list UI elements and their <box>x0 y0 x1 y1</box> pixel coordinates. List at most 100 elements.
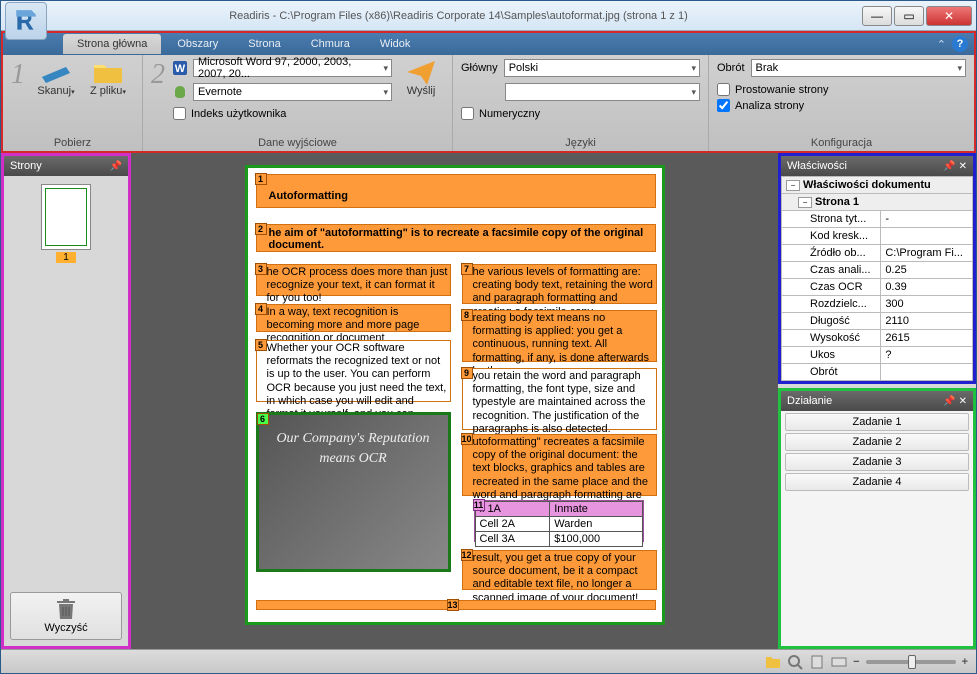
trash-icon <box>56 598 76 620</box>
property-row[interactable]: Kod kresk... <box>782 228 973 245</box>
svg-text:W: W <box>175 63 186 75</box>
property-row[interactable]: Źródło ob...C:\Program Fi... <box>782 245 973 262</box>
send-icon <box>405 59 437 85</box>
titlebar: Readiris - C:\Program Files (x86)\Readir… <box>1 1 976 31</box>
zoom-in-button[interactable]: + <box>962 656 968 668</box>
folder-icon <box>92 59 124 85</box>
zone-13[interactable]: 13 <box>256 600 656 610</box>
step-2-icon: 2 <box>151 59 165 91</box>
properties-grid: −Właściwości dokumentu −Strona 1 Strona … <box>781 176 973 381</box>
from-file-button[interactable]: Z pliku▾ <box>85 59 131 97</box>
pin-icon[interactable]: 📌 ✕ <box>943 396 967 407</box>
action-item[interactable]: Zadanie 4 <box>785 473 969 491</box>
zone-11-table[interactable]: 11 ll 1AInmate Cell 2AWarden Cell 3A$100… <box>474 500 644 542</box>
property-row[interactable]: Długość2110 <box>782 313 973 330</box>
page-canvas: 1Autoformatting 2he aim of "autoformatti… <box>245 165 665 625</box>
property-row[interactable]: Rozdzielc...300 <box>782 296 973 313</box>
scan-button[interactable]: Skanuj▾ <box>33 59 79 97</box>
secondary-language-combo[interactable] <box>505 83 700 101</box>
page-analysis-checkbox[interactable]: Analiza strony <box>717 99 966 112</box>
zone-5[interactable]: 5Whether your OCR software reformats the… <box>256 340 451 402</box>
tab-home[interactable]: Strona główna <box>63 34 161 54</box>
evernote-icon <box>173 85 187 99</box>
pin-icon[interactable]: 📌 ✕ <box>943 161 967 172</box>
fit-width-icon[interactable] <box>831 654 847 670</box>
fit-page-icon[interactable] <box>809 654 825 670</box>
zone-9[interactable]: 9you retain the word and paragraph forma… <box>462 368 657 430</box>
statusbar: − + <box>1 649 976 673</box>
property-row[interactable]: Czas OCR0.39 <box>782 279 973 296</box>
rotation-label: Obrót <box>717 62 745 74</box>
user-index-checkbox[interactable]: Indeks użytkownika <box>173 107 392 120</box>
zone-2-subtitle[interactable]: 2he aim of "autoformatting" is to recrea… <box>256 224 656 252</box>
group-label-retrieve: Pobierz <box>11 135 134 151</box>
properties-header: Właściwości 📌 ✕ <box>781 156 973 176</box>
collapse-ribbon-icon[interactable]: ⌃ <box>937 38 946 51</box>
word-icon: W <box>173 61 187 75</box>
app-window: Readiris - C:\Program Files (x86)\Readir… <box>0 0 977 674</box>
property-row[interactable]: Strona tyt...- <box>782 211 973 228</box>
actions-header: Działanie 📌 ✕ <box>781 391 973 411</box>
zone-3[interactable]: 3he OCR process does more than just reco… <box>256 264 451 296</box>
actions-panel: Działanie 📌 ✕ Zadanie 1 Zadanie 2 Zadanie … <box>778 388 976 649</box>
window-controls: — ▭ ✕ <box>862 6 972 26</box>
send-button[interactable]: Wyślij <box>398 59 444 97</box>
destination-combo[interactable]: Evernote <box>193 83 392 101</box>
pin-icon[interactable]: 📌 <box>110 161 122 172</box>
zoom-slider[interactable] <box>866 660 956 664</box>
deskew-checkbox[interactable]: Prostowanie strony <box>717 83 966 96</box>
zone-7[interactable]: 7he various levels of formatting are: cr… <box>462 264 657 304</box>
zoom-out-button[interactable]: − <box>853 656 859 668</box>
ribbon-group-output: 2 W Microsoft Word 97, 2000, 2003, 2007,… <box>143 55 453 151</box>
document-view[interactable]: 1Autoformatting 2he aim of "autoformatti… <box>131 153 778 649</box>
zone-8[interactable]: 8reating body text means no formatting i… <box>462 310 657 362</box>
group-label-languages: Języki <box>461 135 700 151</box>
property-row[interactable]: Czas anali...0.25 <box>782 262 973 279</box>
group-label-config: Konfiguracja <box>717 135 966 151</box>
zoom-icon[interactable] <box>787 654 803 670</box>
action-item[interactable]: Zadanie 2 <box>785 433 969 451</box>
zone-4[interactable]: 4In a way, text recognition is becoming … <box>256 304 451 332</box>
window-title: Readiris - C:\Program Files (x86)\Readir… <box>55 10 862 22</box>
rotation-combo[interactable]: Brak <box>751 59 966 77</box>
open-folder-icon[interactable] <box>765 654 781 670</box>
ribbon: 1 Skanuj▾ Z pliku▾ Pobierz 2 W Microsof <box>1 55 976 153</box>
zone-1-title[interactable]: 1Autoformatting <box>256 174 656 208</box>
thumbnail-number: 1 <box>56 252 76 263</box>
numeric-checkbox[interactable]: Numeryczny <box>461 107 700 120</box>
main-language-label: Główny <box>461 62 498 74</box>
clear-button[interactable]: Wyczyść <box>10 592 122 640</box>
ribbon-tabstrip: Strona główna Obszary Strona Chmura Wido… <box>1 31 976 55</box>
property-row[interactable]: Wysokość2615 <box>782 330 973 347</box>
step-1-icon: 1 <box>11 59 25 91</box>
readiris-logo-icon <box>13 8 39 34</box>
zone-12[interactable]: 12result, you get a true copy of your so… <box>462 550 657 590</box>
ribbon-group-config: Obrót Brak Prostowanie strony Analiza st… <box>709 55 974 151</box>
properties-panel: Właściwości 📌 ✕ −Właściwości dokumentu −… <box>778 153 976 384</box>
ribbon-group-retrieve: 1 Skanuj▾ Z pliku▾ Pobierz <box>3 55 143 151</box>
zone-10[interactable]: 10utoformatting" recreates a facsimile c… <box>462 434 657 496</box>
action-item[interactable]: Zadanie 1 <box>785 413 969 431</box>
app-menu-button[interactable] <box>5 2 47 40</box>
tab-view[interactable]: Widok <box>366 34 425 54</box>
pages-panel: Strony 📌 1 Wyczyść <box>1 153 131 649</box>
page-thumbnail[interactable] <box>41 184 91 250</box>
main-language-combo[interactable]: Polski <box>504 59 700 77</box>
close-button[interactable]: ✕ <box>926 6 972 26</box>
tab-page[interactable]: Strona <box>234 34 294 54</box>
help-button[interactable]: ? <box>952 36 968 52</box>
property-row[interactable]: Obrót <box>782 364 973 381</box>
right-panels: Właściwości 📌 ✕ −Właściwości dokumentu −… <box>778 153 976 649</box>
tab-zones[interactable]: Obszary <box>163 34 232 54</box>
zone-6-image[interactable]: 6Our Company's Reputation means OCR <box>256 412 451 572</box>
thumbnail-list: 1 <box>4 176 128 586</box>
scanner-icon <box>40 59 72 85</box>
group-label-output: Dane wyjściowe <box>151 135 444 151</box>
ribbon-group-languages: Główny Polski Numeryczny Języki <box>453 55 709 151</box>
tab-cloud[interactable]: Chmura <box>297 34 364 54</box>
maximize-button[interactable]: ▭ <box>894 6 924 26</box>
minimize-button[interactable]: — <box>862 6 892 26</box>
action-item[interactable]: Zadanie 3 <box>785 453 969 471</box>
format-combo[interactable]: Microsoft Word 97, 2000, 2003, 2007, 20.… <box>193 59 392 77</box>
property-row[interactable]: Ukos? <box>782 347 973 364</box>
